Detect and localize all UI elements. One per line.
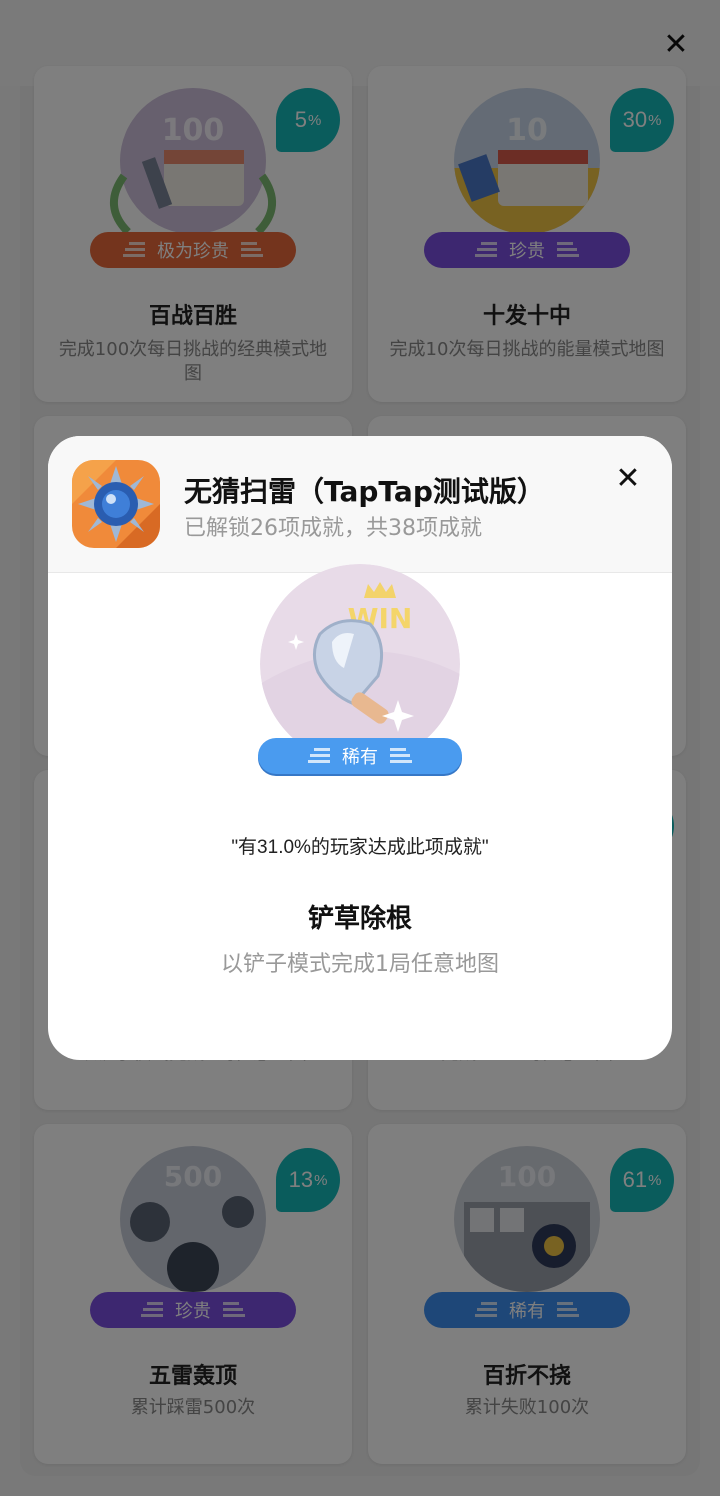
rarity-pill: 稀有: [258, 738, 462, 774]
stripes-icon: [390, 748, 412, 764]
achievement-desc: 以铲子模式完成1局任意地图: [221, 952, 499, 977]
stripes-icon: [308, 748, 330, 764]
app-icon: [72, 460, 160, 548]
achievement-progress: 已解锁26项成就，共38项成就: [184, 516, 482, 541]
app-name: 无猜扫雷（TapTap测试版）: [184, 475, 545, 508]
achievement-stat-quote: "有31.0%的玩家达成此项成就": [231, 837, 489, 858]
close-icon[interactable]: ✕: [608, 458, 648, 498]
achievement-detail-modal: 无猜扫雷（TapTap测试版） 已解锁26项成就，共38项成就 ✕ WIN 稀有…: [48, 436, 672, 1060]
achievement-title: 铲草除根: [307, 904, 412, 934]
achievement-badge-image: WIN: [260, 564, 460, 764]
modal-header: 无猜扫雷（TapTap测试版） 已解锁26项成就，共38项成就 ✕: [48, 436, 672, 573]
